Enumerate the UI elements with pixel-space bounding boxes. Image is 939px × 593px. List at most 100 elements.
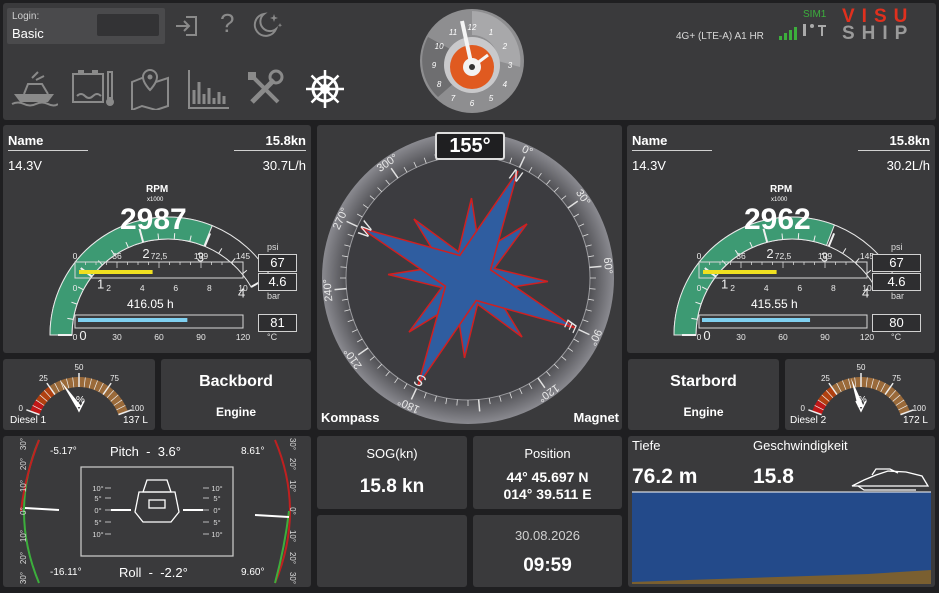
night-mode-icon[interactable] bbox=[250, 10, 284, 40]
clock-logo: 12 1 2 3 4 5 6 7 8 9 10 11 bbox=[418, 7, 526, 115]
compass-degree-label: 240° bbox=[321, 278, 335, 302]
battery-icon[interactable] bbox=[70, 66, 118, 110]
roll-separator: - bbox=[148, 565, 153, 580]
tools-icon[interactable] bbox=[244, 68, 286, 110]
login-box[interactable]: Login: Basic bbox=[7, 8, 165, 44]
roll-left-value: -16.11° bbox=[50, 567, 82, 578]
clock-number: 10 bbox=[435, 42, 444, 51]
clock-number: 8 bbox=[437, 80, 442, 89]
inner-scale-label-left: 0° bbox=[94, 506, 101, 515]
position-panel: Position 44° 45.697 N 014° 39.511 E bbox=[473, 436, 622, 509]
temp-scale-label: 30 bbox=[112, 332, 122, 342]
inner-scale-label-right: 5° bbox=[213, 494, 220, 503]
sog-value: 15.8 kn bbox=[359, 476, 425, 497]
heading-box: 155° bbox=[435, 132, 505, 160]
inner-scale-label-right: 5° bbox=[213, 518, 220, 527]
rpm-scale-label: 2 bbox=[142, 246, 149, 261]
network-label: 4G+ (LTE-A) A1 HR bbox=[676, 31, 764, 42]
rpm-value: 2987 bbox=[120, 203, 187, 236]
temp-bar bbox=[78, 318, 188, 322]
sim-label: SIM1 bbox=[803, 9, 827, 20]
engine-label-starboard[interactable]: Starbord Engine bbox=[628, 359, 779, 430]
scale-label: 0 bbox=[73, 251, 78, 261]
tank-panel-port: 0 25 50 75 100 Diesel 1 137 L % bbox=[3, 359, 155, 430]
outer-scale-label-right: 20° bbox=[288, 552, 297, 564]
bar-scale-label: 2 bbox=[106, 283, 111, 293]
scale-label: 109 bbox=[194, 251, 208, 261]
boat-icon[interactable] bbox=[10, 68, 59, 108]
tank-scale-label: 50 bbox=[75, 363, 84, 372]
bar-unit: bar bbox=[267, 291, 281, 301]
oil-pressure-bar bbox=[79, 270, 153, 274]
heading-value: 155° bbox=[449, 135, 491, 157]
tank-name: Diesel 1 bbox=[10, 415, 47, 426]
bar-scale-label: 4 bbox=[140, 283, 145, 293]
tank-scale-label: 75 bbox=[892, 374, 901, 383]
login-field[interactable] bbox=[97, 14, 159, 36]
help-icon[interactable]: ? bbox=[220, 8, 234, 39]
engine-hours: 416.05 h bbox=[127, 297, 174, 311]
bar-unit: bar bbox=[891, 291, 905, 301]
roll-right-value: 9.60° bbox=[241, 567, 265, 578]
temp-scale-label: 120 bbox=[860, 332, 874, 342]
bar-scale-label: 8 bbox=[207, 283, 212, 293]
position-lon: 014° 39.511 E bbox=[503, 486, 592, 502]
clock-number: 12 bbox=[468, 23, 477, 32]
tank-percent: % bbox=[76, 395, 85, 406]
chart-icon[interactable] bbox=[186, 68, 230, 110]
tank-volume: 172 L bbox=[902, 415, 928, 426]
rpm-label: RPM bbox=[146, 184, 169, 195]
rpm-value: 2962 bbox=[744, 203, 811, 236]
login-icon[interactable] bbox=[174, 13, 200, 39]
compass-left-label: Kompass bbox=[321, 410, 380, 425]
tank-percent: % bbox=[858, 395, 867, 406]
roll-readout: Roll - -2.2° bbox=[119, 565, 188, 580]
bar-scale-label: 10 bbox=[238, 283, 248, 293]
login-value: Basic bbox=[12, 26, 44, 41]
time-value: 09:59 bbox=[523, 555, 572, 576]
pitch-readout: Pitch - 3.6° bbox=[110, 444, 181, 459]
engine-label-port[interactable]: Backbord Engine bbox=[161, 359, 311, 430]
scale-label: 36 bbox=[112, 251, 122, 261]
temp-unit: °C bbox=[267, 332, 278, 342]
temp-scale-label: 0 bbox=[697, 332, 702, 342]
scale-label: 145 bbox=[236, 251, 250, 261]
roll-needle-right bbox=[254, 514, 290, 518]
scale-label: 72,5 bbox=[151, 251, 168, 261]
roll-needle-left bbox=[24, 507, 60, 511]
outer-scale-label-left: 10° bbox=[19, 480, 28, 492]
psi-unit: psi bbox=[267, 242, 279, 252]
bar-scale-label: 0 bbox=[697, 283, 702, 293]
helm-icon[interactable] bbox=[304, 68, 346, 110]
bar-scale-label: 2 bbox=[730, 283, 735, 293]
compass-degree-label: 60° bbox=[601, 257, 614, 275]
engine-label-title: Starbord bbox=[670, 373, 737, 390]
pitch-left-value: -5.17° bbox=[50, 446, 77, 457]
clock-number: 7 bbox=[451, 94, 456, 103]
outer-scale-label-right: 0° bbox=[288, 507, 297, 515]
depth-chart bbox=[632, 468, 931, 584]
tank-scale-label: 75 bbox=[110, 374, 119, 383]
clock-number: 2 bbox=[502, 42, 508, 51]
pitch-right-value: 8.61° bbox=[241, 446, 265, 457]
position-lat: 44° 45.697 N bbox=[506, 469, 589, 485]
rpm-scale-label: 1 bbox=[97, 276, 104, 291]
inner-scale-label-right: 0° bbox=[213, 506, 220, 515]
inner-scale-label-left: 10° bbox=[92, 484, 103, 493]
position-label: Position bbox=[524, 446, 571, 461]
scale-label: 0 bbox=[697, 251, 702, 261]
clock-number: 3 bbox=[508, 61, 513, 70]
engine-panel-port: Name 14.3V 15.8kn 30.7L/h 0 1 2 3 4 0 36 72,5 10… bbox=[3, 125, 311, 353]
engine-panel-starboard: Name 14.3V 15.8kn 30.2L/h 0 1 2 3 4 0 36 72,5 10… bbox=[627, 125, 935, 353]
inner-scale-label-left: 10° bbox=[92, 530, 103, 539]
outer-scale-label-right: 20° bbox=[288, 458, 297, 470]
clock-number: 4 bbox=[503, 80, 508, 89]
map-icon[interactable] bbox=[128, 66, 172, 112]
tank-scale-label: 0 bbox=[19, 404, 24, 413]
pitch-value: 3.6° bbox=[157, 444, 181, 459]
tank-scale-label: 0 bbox=[801, 404, 806, 413]
outer-scale-label-left: 10° bbox=[19, 530, 28, 542]
rpm-label: RPM bbox=[770, 184, 793, 195]
rpm-scale-label: 1 bbox=[721, 276, 728, 291]
inner-scale-label-right: 10° bbox=[211, 484, 222, 493]
